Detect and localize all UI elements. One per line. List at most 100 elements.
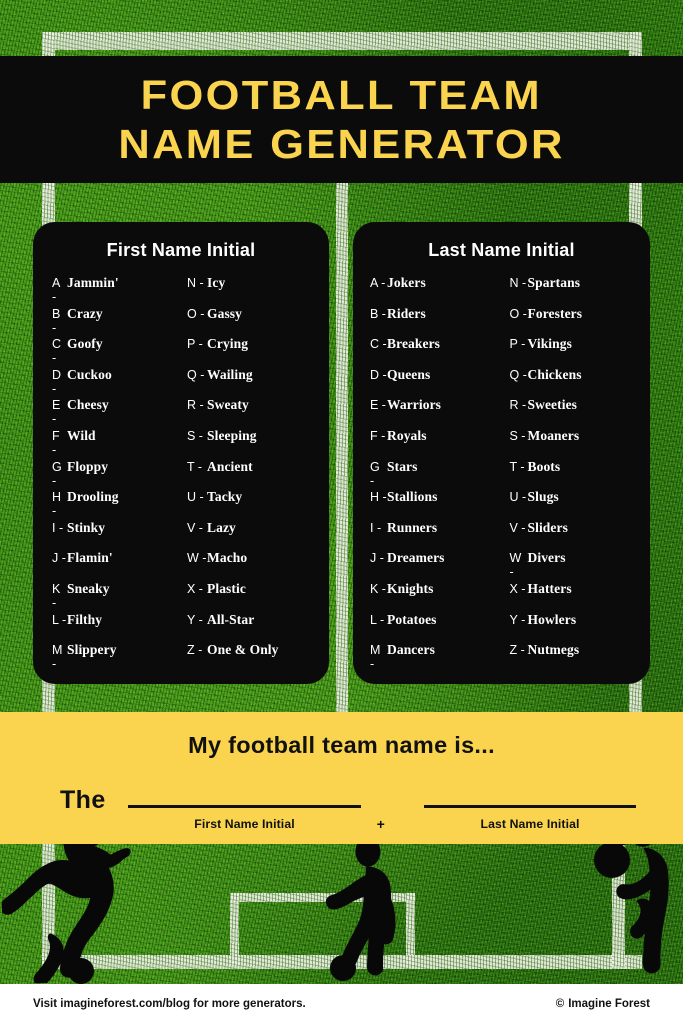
- list-item: T - Boots: [502, 459, 643, 490]
- list-item-word: Hatters: [527, 580, 572, 596]
- first-initial-field-group[interactable]: First Name Initial: [127, 776, 361, 831]
- list-item-letter: H -: [370, 490, 387, 505]
- list-item: K - Knights: [361, 581, 502, 612]
- list-item-letter: K -: [370, 581, 386, 596]
- list-item: S - Sleeping: [181, 428, 321, 459]
- list-item-word: Flamin': [67, 550, 113, 566]
- list-item-letter: T -: [509, 459, 525, 474]
- list-item: W - Divers: [502, 550, 643, 581]
- list-item-letter: W -: [509, 551, 522, 580]
- form-the-label: The: [60, 786, 106, 814]
- list-item-letter: U -: [187, 490, 204, 505]
- list-item: H - Drooling: [41, 489, 181, 520]
- list-item: Z - One & Only: [181, 642, 321, 673]
- list-item: J - Dreamers: [361, 550, 502, 581]
- title-banner: FOOTBALL TEAM NAME GENERATOR: [0, 56, 683, 183]
- list-item-letter: M -: [370, 643, 381, 672]
- list-item: D - Cuckoo: [41, 367, 181, 398]
- list-item-letter: X -: [187, 581, 203, 596]
- list-item: D - Queens: [361, 367, 502, 398]
- football-center: [330, 955, 356, 981]
- list-item-letter: Z -: [187, 643, 203, 658]
- list-item: G - Floppy: [41, 459, 181, 490]
- list-item-word: Sweaty: [207, 397, 249, 413]
- list-item: Q - Chickens: [502, 367, 643, 398]
- list-item-word: Sneaky: [67, 580, 110, 596]
- list-item-word: Jokers: [387, 275, 426, 290]
- list-item-letter: E -: [370, 398, 386, 413]
- card-title-last-name: Last Name Initial: [428, 240, 575, 260]
- list-item: W - Macho: [181, 550, 321, 581]
- list-item-word: Plastic: [207, 580, 246, 596]
- list-item-letter: E -: [52, 398, 61, 427]
- list-item-letter: Y -: [187, 612, 203, 627]
- list-item-letter: D -: [370, 367, 387, 382]
- list-item-word: Boots: [527, 458, 561, 474]
- card-first-name-initial: First Name Initial A - Jammin' B - Crazy C…: [33, 222, 329, 684]
- last-initial-field-label: Last Name Initial: [480, 817, 580, 831]
- last-initial-write-line[interactable]: [423, 805, 636, 808]
- list-item-word: Nutmegs: [527, 642, 580, 658]
- list-item-letter: G -: [52, 459, 62, 488]
- list-item: N - Icy: [181, 275, 321, 306]
- list-item: R - Sweeties: [502, 397, 643, 428]
- list-item-word: Warriors: [387, 397, 442, 413]
- list-item-letter: Z -: [509, 643, 525, 658]
- list-item-letter: I -: [370, 520, 382, 535]
- footer-bar: Visit imagineforest.com/blog for more ge…: [0, 984, 683, 1024]
- list-item-word: Chickens: [527, 366, 582, 382]
- list-item-word: Lazy: [207, 519, 236, 535]
- list-item-letter: Q -: [187, 367, 205, 382]
- first-initial-write-line[interactable]: [127, 805, 361, 808]
- last-initial-field-group[interactable]: Last Name Initial: [423, 776, 636, 831]
- list-item: A - Jammin': [41, 275, 181, 306]
- list-item-word: Slugs: [527, 489, 559, 505]
- list-item: U - Slugs: [502, 489, 643, 520]
- list-item-letter: P -: [509, 337, 526, 352]
- list-item-word: Potatoes: [387, 611, 437, 627]
- list-item-word: Divers: [527, 550, 566, 566]
- last-name-columns: A - Jokers B - Riders C - Breakers D - Queen…: [353, 275, 650, 673]
- list-item-letter: F -: [370, 428, 386, 443]
- form-heading: My football team name is...: [188, 732, 495, 758]
- list-item-word: Stinky: [67, 519, 106, 535]
- list-item-letter: J -: [52, 551, 66, 566]
- list-item-word: One & Only: [207, 642, 279, 658]
- list-item-word: Gassy: [207, 305, 243, 321]
- list-item-letter: P -: [187, 337, 203, 352]
- list-item-word: Spartans: [527, 275, 581, 290]
- card-last-name-initial: Last Name Initial A - Jokers B - Riders C …: [353, 222, 650, 684]
- list-item-letter: Q -: [509, 367, 527, 382]
- list-item: E - Warriors: [361, 397, 502, 428]
- list-item-word: Sliders: [527, 519, 568, 535]
- footer-visit-text[interactable]: Visit imagineforest.com/blog for more ge…: [33, 998, 306, 1010]
- list-item-letter: R -: [509, 398, 527, 413]
- list-item: G - Stars: [361, 459, 502, 490]
- list-item: C - Breakers: [361, 336, 502, 367]
- footer-brand-name: Imagine Forest: [568, 998, 650, 1010]
- list-item: B - Crazy: [41, 306, 181, 337]
- list-item: C - Goofy: [41, 336, 181, 367]
- list-item-word: All-Star: [207, 611, 255, 627]
- list-item-letter: V -: [187, 520, 203, 535]
- list-item: E - Cheesy: [41, 397, 181, 428]
- list-item: N - Spartans: [502, 275, 643, 306]
- list-item: I - Runners: [361, 520, 502, 551]
- list-item: I - Stinky: [41, 520, 181, 551]
- list-item: O - Gassy: [181, 306, 321, 337]
- page-title-line-2: NAME GENERATOR: [118, 120, 565, 167]
- list-item-word: Goofy: [67, 336, 103, 352]
- list-item-word: Sleeping: [207, 427, 257, 443]
- list-item-word: Filthy: [67, 611, 103, 627]
- list-item-letter: N -: [187, 276, 204, 290]
- list-item-word: Ancient: [207, 458, 253, 474]
- list-item-word: Moaners: [527, 427, 580, 443]
- list-item-letter: I -: [52, 520, 64, 535]
- football-left: [68, 958, 94, 984]
- list-item: U - Tacky: [181, 489, 321, 520]
- list-item-word: Cheesy: [67, 397, 109, 413]
- list-item-word: Macho: [207, 550, 248, 566]
- form-row: The First Name Initial + Last Name Initi…: [0, 776, 683, 832]
- list-item-word: Vikings: [527, 336, 572, 352]
- list-item-letter: S -: [187, 428, 203, 443]
